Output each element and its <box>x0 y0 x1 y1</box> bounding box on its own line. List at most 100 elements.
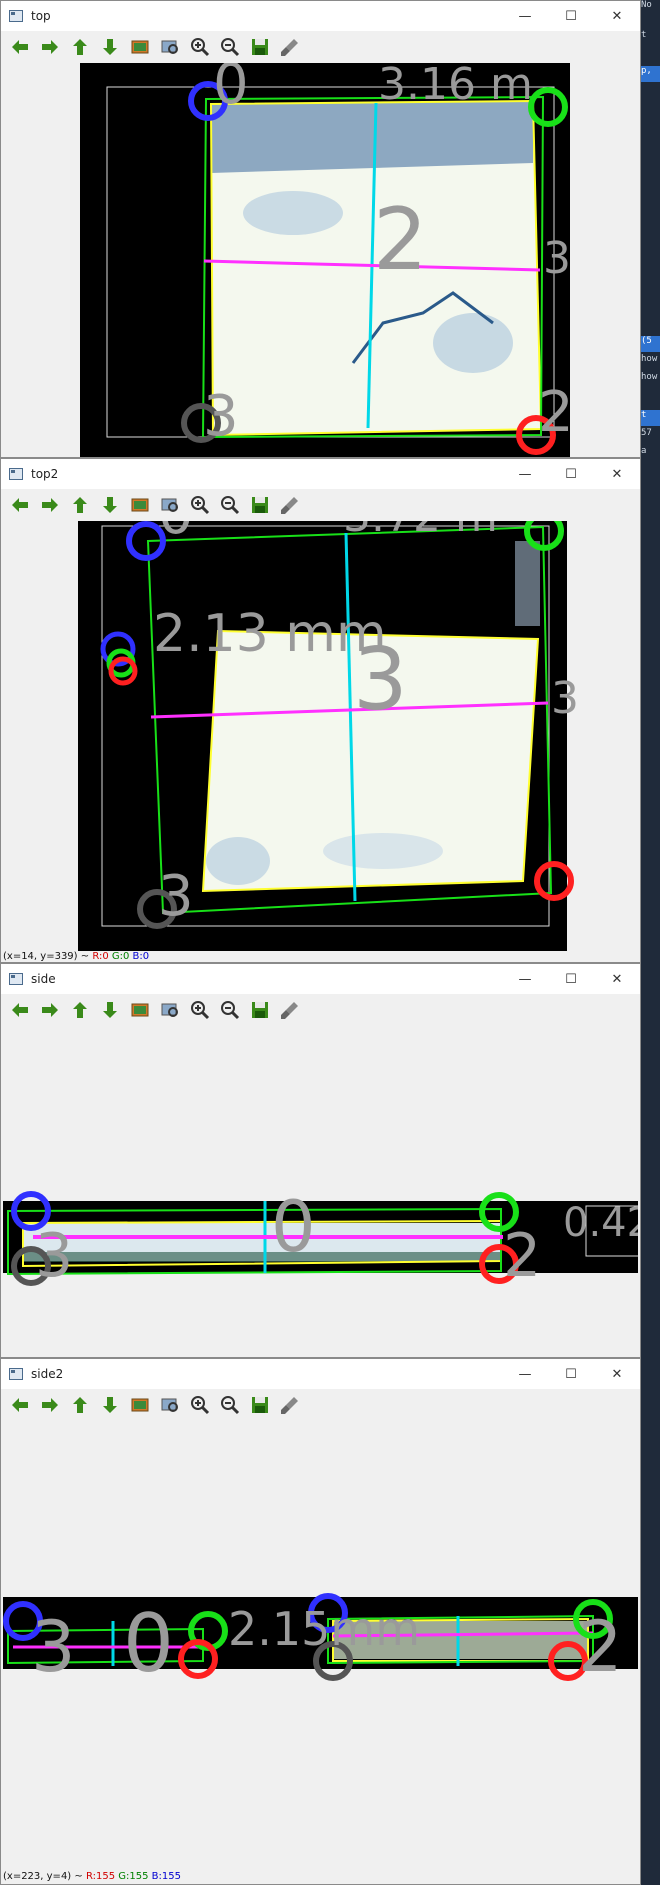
image-view[interactable]: 0 3.16 m 2 3 3 2 <box>3 63 638 457</box>
arrow-up-button[interactable] <box>67 34 93 60</box>
minimize-button[interactable]: — <box>502 1 548 31</box>
zoom-out-icon <box>221 1001 240 1020</box>
zoom-in-button[interactable] <box>187 997 213 1023</box>
zoom-in-button[interactable] <box>187 34 213 60</box>
image-button[interactable] <box>127 34 153 60</box>
zoom-out-button[interactable] <box>217 492 243 518</box>
zoom-out-button[interactable] <box>217 997 243 1023</box>
save-button[interactable] <box>247 34 273 60</box>
maximize-button[interactable]: ☐ <box>548 1359 594 1389</box>
arrow-left-button[interactable] <box>7 1392 33 1418</box>
toolbar <box>1 489 640 521</box>
close-button[interactable]: ✕ <box>594 1359 640 1389</box>
window-top[interactable]: top — ☐ ✕ 0 3.16 m 2 3 3 2 <box>0 0 641 458</box>
brush-icon <box>281 39 298 56</box>
close-button[interactable]: ✕ <box>594 964 640 994</box>
image-zoom-button[interactable] <box>157 492 183 518</box>
title-bar[interactable]: top — ☐ ✕ <box>1 1 640 31</box>
status-blue: B:0 <box>132 951 150 962</box>
maximize-button[interactable]: ☐ <box>548 459 594 489</box>
arrow-right-icon <box>42 1003 58 1017</box>
corner-label-2: 2 <box>503 1221 541 1291</box>
status-red: R:155 <box>85 1871 116 1882</box>
edge-label: 3 <box>543 233 571 284</box>
save-button[interactable] <box>247 492 273 518</box>
arrow-up-icon <box>73 1002 87 1018</box>
arrow-down-button[interactable] <box>97 34 123 60</box>
sample-dark-band <box>23 1252 501 1262</box>
arrow-down-button[interactable] <box>97 492 123 518</box>
center-label: 0 <box>271 1186 316 1268</box>
image-zoom-button[interactable] <box>157 1392 183 1418</box>
zoom-out-button[interactable] <box>217 34 243 60</box>
corner-label-3: 3 <box>35 1221 73 1291</box>
dimension-label: 0.42 <box>563 1200 638 1246</box>
corner-label-3: 3 <box>203 384 239 449</box>
arrow-up-button[interactable] <box>67 997 93 1023</box>
save-button[interactable] <box>247 997 273 1023</box>
minimize-button[interactable]: — <box>502 459 548 489</box>
window-top2[interactable]: top2 — ☐ ✕ 0 3.72 m 2 <box>0 458 641 963</box>
title-bar[interactable]: side2 — ☐ ✕ <box>1 1359 640 1389</box>
zoom-in-button[interactable] <box>187 492 213 518</box>
image-view[interactable]: 3 0 0.42 2 <box>3 1026 638 1357</box>
maximize-button[interactable]: ☐ <box>548 1 594 31</box>
image-canvas: 3 0 2.15mm 2 <box>3 1593 638 1690</box>
image-zoom-button[interactable] <box>157 34 183 60</box>
sample-dark-band <box>211 101 533 173</box>
arrow-right-button[interactable] <box>37 1392 63 1418</box>
image-button[interactable] <box>127 1392 153 1418</box>
close-button[interactable]: ✕ <box>594 1 640 31</box>
image-button[interactable] <box>127 492 153 518</box>
brush-button[interactable] <box>277 492 303 518</box>
close-button[interactable]: ✕ <box>594 459 640 489</box>
arrow-down-icon <box>103 1397 117 1413</box>
image-zoom-icon <box>161 1003 178 1017</box>
arrow-left-button[interactable] <box>7 34 33 60</box>
image-button[interactable] <box>127 997 153 1023</box>
image-zoom-icon <box>161 40 178 54</box>
arrow-down-icon <box>103 1002 117 1018</box>
brush-button[interactable] <box>277 34 303 60</box>
arrow-down-button[interactable] <box>97 1392 123 1418</box>
zoom-out-button[interactable] <box>217 1392 243 1418</box>
status-coords: (x=14, y=339) ~ <box>3 951 90 962</box>
maximize-button[interactable]: ☐ <box>548 964 594 994</box>
edge-label: 3 <box>551 673 579 724</box>
arrow-up-button[interactable] <box>67 1392 93 1418</box>
arrow-right-button[interactable] <box>37 34 63 60</box>
minimize-button[interactable]: — <box>502 964 548 994</box>
save-button[interactable] <box>247 1392 273 1418</box>
arrow-right-button[interactable] <box>37 997 63 1023</box>
arrow-down-button[interactable] <box>97 997 123 1023</box>
minimize-button[interactable]: — <box>502 1359 548 1389</box>
fragment-region <box>515 541 540 626</box>
save-icon <box>252 1397 268 1413</box>
bg-text: t <box>641 30 647 40</box>
image-icon <box>131 498 149 512</box>
brush-button[interactable] <box>277 997 303 1023</box>
image-view[interactable]: 3 0 2.15mm 2 <box>3 1421 638 1859</box>
title-bar[interactable]: side — ☐ ✕ <box>1 964 640 994</box>
arrow-down-icon <box>103 497 117 513</box>
zoom-in-button[interactable] <box>187 1392 213 1418</box>
arrow-left-button[interactable] <box>7 997 33 1023</box>
window-side[interactable]: side — ☐ ✕ 3 0 0.42 2 <box>0 963 641 1358</box>
texture-patch <box>433 313 513 373</box>
corner-label-0: 0 <box>213 63 249 117</box>
brush-icon <box>281 1002 298 1019</box>
image-icon <box>131 40 149 54</box>
window-side2[interactable]: side2 — ☐ ✕ 3 0 2.15mm 2 (x=223, y=4) ~ … <box>0 1358 641 1885</box>
window-title: side2 <box>31 1367 64 1381</box>
arrow-up-button[interactable] <box>67 492 93 518</box>
image-canvas: 3 0 0.42 2 <box>3 1186 638 1291</box>
arrow-left-button[interactable] <box>7 492 33 518</box>
bg-text: No <box>641 0 652 10</box>
brush-button[interactable] <box>277 1392 303 1418</box>
arrow-up-icon <box>73 39 87 55</box>
corner-label-3: 3 <box>31 1606 76 1688</box>
arrow-right-button[interactable] <box>37 492 63 518</box>
image-view[interactable]: 0 3.72 m 2.13 mm 3 3 3 <box>3 521 638 951</box>
title-bar[interactable]: top2 — ☐ ✕ <box>1 459 640 489</box>
image-zoom-button[interactable] <box>157 997 183 1023</box>
